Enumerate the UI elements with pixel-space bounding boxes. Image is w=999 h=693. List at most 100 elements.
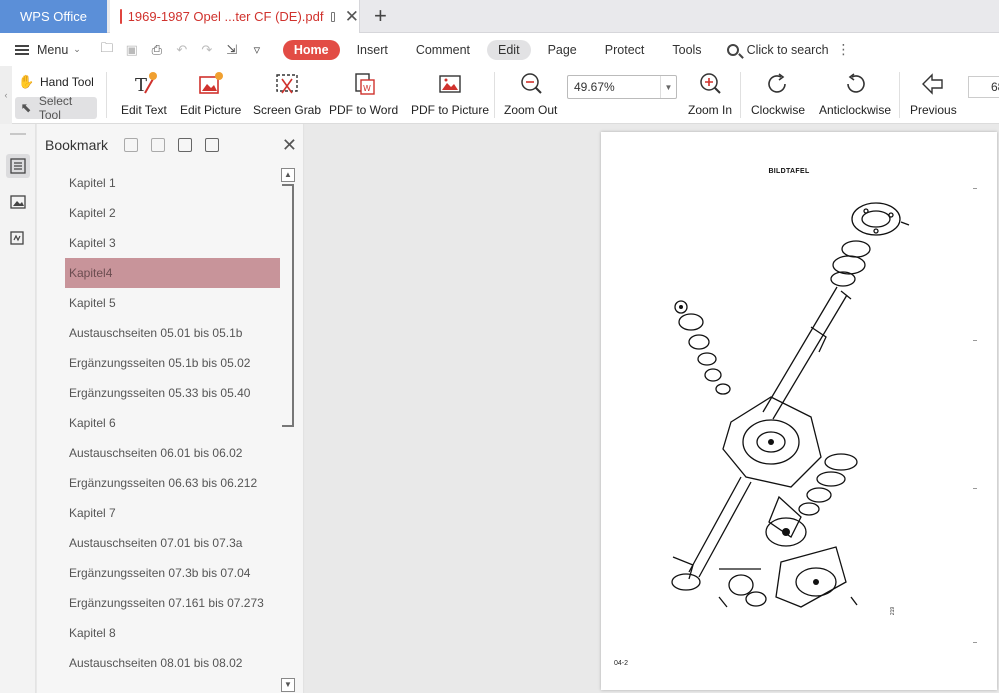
edit-text-button[interactable]: T Edit Text: [121, 69, 167, 117]
page-side-mark: 219: [890, 606, 897, 616]
close-panel-icon[interactable]: ✕: [282, 134, 297, 156]
screen-grab-label: Screen Grab: [253, 103, 322, 117]
zoom-in-button[interactable]: Zoom In: [688, 69, 732, 117]
bookmark-list: Kapitel 1 Kapitel 2 Kapitel 3 Kapitel4 Kapit…: [45, 168, 295, 692]
bookmark-panel-toggle[interactable]: [6, 154, 30, 178]
tab-insert[interactable]: Insert: [346, 40, 399, 60]
bookmark-scrollbar[interactable]: ▲ ▼: [281, 168, 295, 692]
previous-label: Previous: [910, 103, 957, 117]
save-icon[interactable]: ▣: [124, 42, 140, 58]
hamburger-icon: [15, 44, 29, 55]
expand-all-icon[interactable]: [124, 138, 139, 152]
hand-tool-button[interactable]: ✋ Hand Tool: [15, 71, 98, 93]
page-number-value: 68: [991, 80, 999, 94]
scroll-up-icon[interactable]: ▲: [281, 168, 295, 182]
pdf-to-picture-icon: [437, 71, 463, 97]
zoom-out-icon: [518, 71, 544, 97]
signature-panel-toggle[interactable]: [6, 226, 30, 250]
pdf-page: BILDTAFEL 219 04-2: [601, 132, 997, 690]
undo-icon[interactable]: ↶: [174, 42, 190, 58]
title-tab-bar: WPS Office 1969-1987 Opel ...ter CF (DE)…: [0, 0, 999, 33]
tab-edit[interactable]: Edit: [487, 39, 531, 60]
bookmark-item[interactable]: Austauschseiten 08.01 bis 08.02: [45, 648, 280, 678]
zoom-in-icon: [697, 71, 723, 97]
navigation-rail: [0, 124, 36, 693]
add-bookmark-icon[interactable]: [178, 138, 193, 152]
rotate-anticlockwise-button[interactable]: Anticlockwise: [819, 69, 891, 117]
bookmark-item[interactable]: Kapitel 3: [45, 228, 280, 258]
collapse-all-icon[interactable]: [151, 138, 166, 152]
ribbon-separator: [106, 72, 107, 118]
app-home-tab[interactable]: WPS Office: [0, 0, 107, 33]
search-box[interactable]: Click to search: [726, 43, 829, 57]
select-tool-button[interactable]: ⬉ Select Tool: [15, 94, 97, 122]
bookmark-item[interactable]: Austauschseiten 06.01 bis 06.02: [45, 438, 280, 468]
bookmark-item[interactable]: Kapitel 6: [45, 408, 280, 438]
tab-protect[interactable]: Protect: [594, 40, 656, 60]
page-footer-number: 04-2: [614, 660, 629, 667]
bookmark-item[interactable]: Ergänzungsseiten 06.63 bis 06.212: [45, 468, 280, 498]
scroll-down-icon[interactable]: ▼: [281, 678, 295, 692]
main-menu-button[interactable]: Menu ⌄: [15, 43, 81, 57]
tab-home[interactable]: Home: [282, 39, 340, 60]
tab-page[interactable]: Page: [537, 40, 588, 60]
zoom-in-label: Zoom In: [688, 103, 733, 117]
zoom-out-button[interactable]: Zoom Out: [504, 69, 557, 117]
bookmark-panel-tools: [124, 138, 220, 152]
app-name: WPS Office: [20, 9, 87, 24]
edit-picture-button[interactable]: Edit Picture: [180, 69, 241, 117]
bookmark-item[interactable]: Ergänzungsseiten 07.3b bis 07.04: [45, 558, 280, 588]
zoom-level-select[interactable]: 49.67% ▼: [567, 75, 677, 99]
print-icon[interactable]: ⎙: [149, 42, 165, 58]
document-viewport[interactable]: BILDTAFEL 219 04-2: [305, 124, 999, 693]
ribbon-scroll-left-icon[interactable]: ‹: [0, 66, 12, 124]
zoom-out-label: Zoom Out: [504, 103, 558, 117]
bookmark-item[interactable]: Ergänzungsseiten 05.1b bis 05.02: [45, 348, 280, 378]
pdf-file-icon: [120, 9, 130, 24]
bookmark-item[interactable]: Kapitel 2: [45, 198, 280, 228]
bookmark-item[interactable]: Ergänzungsseiten 07.161 bis 07.273: [45, 588, 280, 618]
signature-icon: [10, 231, 24, 245]
image-icon: [10, 195, 26, 209]
chevron-down-icon: ⌄: [73, 44, 81, 54]
bookmark-item[interactable]: Kapitel 8: [45, 618, 280, 648]
tab-comment[interactable]: Comment: [405, 40, 481, 60]
pdf-to-word-button[interactable]: W PDF to Word: [329, 69, 398, 117]
pdf-to-picture-button[interactable]: PDF to Picture: [411, 69, 489, 117]
thumbnail-panel-toggle[interactable]: [6, 190, 30, 214]
bookmark-item[interactable]: Austauschseiten 05.01 bis 05.1b: [45, 318, 280, 348]
bookmark-item[interactable]: Austauschseiten 07.01 bis 07.3a: [45, 528, 280, 558]
bookmark-item[interactable]: Kapitel 5: [45, 288, 280, 318]
screen-grab-button[interactable]: Screen Grab: [253, 69, 321, 117]
search-icon: [726, 43, 739, 56]
hand-tool-label: Hand Tool: [40, 75, 94, 89]
ribbon-toolbar: ‹ ✋ Hand Tool ⬉ Select Tool T Edit Text …: [0, 66, 999, 124]
redo-icon[interactable]: ↷: [199, 42, 215, 58]
bookmark-item[interactable]: Kapitel 1: [45, 168, 280, 198]
edit-text-icon: T: [131, 71, 157, 97]
page-number-input[interactable]: 68: [968, 76, 999, 98]
close-tab-icon[interactable]: ✕: [345, 8, 359, 25]
ribbon-separator: [740, 72, 741, 118]
scrollbar-thumb[interactable]: [282, 184, 294, 427]
bookmark-item[interactable]: Kapitel4: [65, 258, 280, 288]
bookmark-options-icon[interactable]: [205, 138, 220, 152]
export-icon[interactable]: ⇲: [224, 42, 240, 58]
open-folder-icon[interactable]: 🗀: [99, 40, 115, 58]
chevron-down-icon: ▼: [660, 76, 676, 98]
previous-page-button[interactable]: Previous: [910, 69, 957, 117]
bookmark-item[interactable]: Kapitel 7: [45, 498, 280, 528]
arrow-left-icon: [920, 71, 946, 97]
tab-tools[interactable]: Tools: [661, 40, 712, 60]
customize-dropdown-icon[interactable]: ▿: [249, 42, 265, 58]
page-edge-mark: [973, 340, 977, 341]
document-tab[interactable]: 1969-1987 Opel ...ter CF (DE).pdf ✕: [110, 0, 360, 33]
ribbon-separator: [899, 72, 900, 118]
bookmark-item[interactable]: Ergänzungsseiten 05.33 bis 05.40: [45, 378, 280, 408]
rotate-clockwise-button[interactable]: Clockwise: [751, 69, 805, 117]
zoom-level-value: 49.67%: [574, 80, 615, 94]
float-window-icon[interactable]: [331, 11, 335, 22]
document-tab-title: 1969-1987 Opel ...ter CF (DE).pdf: [127, 9, 324, 24]
new-tab-button[interactable]: +: [374, 4, 387, 28]
more-options-icon[interactable]: ⋮: [837, 41, 851, 58]
